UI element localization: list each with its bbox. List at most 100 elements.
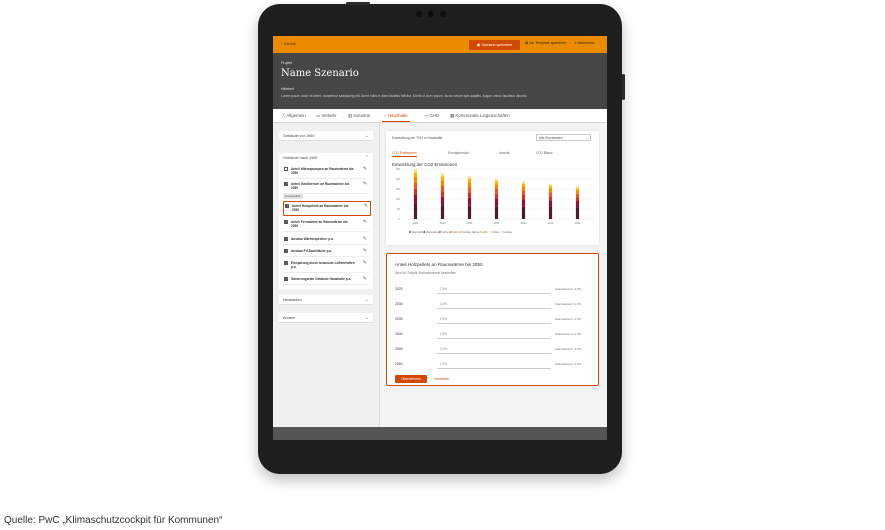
bar-segment [575,201,580,208]
pencil-icon[interactable]: ✎ [364,203,368,209]
accordion-buildings-before-1960[interactable]: Gebäude vor 1960 ⌄ [279,131,373,141]
bar-segment [548,200,553,207]
measure-item[interactable]: ✓ Einsparung durch bewusste Lüftverhalten… [283,259,369,273]
x-tick-label: 2045 [548,221,554,225]
measure-item-selected[interactable]: ✓ Anteil Holzpellets an Raumwärme bis 205… [283,201,371,216]
bar-segment [440,173,445,175]
save-icon: ▣ [476,42,481,47]
x-tick-label: 2040 [521,221,527,225]
bar-segment [548,192,553,197]
discard-button[interactable]: Verwerfen [434,375,449,383]
bar-segment [521,181,526,183]
pencil-icon[interactable]: ✎ [363,260,367,266]
legend-label: Warmwasser [426,231,440,234]
checkbox[interactable] [284,167,288,171]
measure-list: Anteil Wärmepumpen an Raumwärme bis 2050… [279,163,373,289]
bar-segment [440,185,445,192]
value-input[interactable]: 2,5% [437,359,551,369]
bar-segment [548,183,553,185]
sensor-icon [428,11,434,17]
bar-segment [521,190,526,195]
accordion-buildings-after-1960[interactable]: Gebäude nach 1960 ⌃ [279,153,373,163]
tablet-frame: ‹ Zurück ▣ Szenario speichern ▤ Als Temp… [258,2,625,474]
measure-edit-form: Anteil Holzpellets an Raumwärme bis 2050… [386,253,599,386]
bar-segment [413,189,418,195]
bar-segment [575,193,580,198]
checkbox[interactable]: ✓ [284,237,288,241]
house-icon: ⌂ [384,113,387,118]
pencil-icon[interactable]: ✎ [363,219,367,225]
factory-icon: ▥ [348,113,353,118]
template-icon: ▤ [525,41,529,45]
accordion-new-buildings[interactable]: Neubauten ⌄ [279,295,373,305]
building-icon: ▦ [450,113,455,118]
x-tick-label: 2050 [575,221,581,225]
tab-ghd[interactable]: ∞ GHD [425,113,439,118]
value-input[interactable]: 2,5% [437,344,551,354]
save-scenario-button[interactable]: ▣ Szenario speichern [469,39,520,50]
bottom-bar [273,427,607,440]
checkbox[interactable]: ✓ [285,204,289,208]
chevron-down-icon: ⌄ [364,315,369,321]
cancel-button[interactable]: ✕ Abbrechen [574,41,595,45]
bar-segment [521,195,526,200]
pencil-icon[interactable]: ✎ [363,248,367,254]
apply-button[interactable]: Übernehmen [395,375,427,383]
sensor-icon [440,11,446,17]
tab-haushalte[interactable]: ⌂ Haushalte [382,113,410,122]
close-icon: ✕ [574,41,578,45]
back-button[interactable]: ‹ Zurück [281,41,296,46]
bar-segment [440,205,445,219]
x-tick-label: 2025 [440,221,446,225]
measure-item[interactable]: ✓ Anteil Fernwärme an Raumwärme bis 2050 ✎ [283,218,369,232]
measure-item[interactable]: ✓ Sanierungsrate Gebäude Haushalte p.a. ✎ [283,275,369,285]
legend-swatch [449,231,452,233]
legend-label: Sonstige Wärme [462,231,480,234]
form-title: Anteil Holzpellets an Raumwärme bis 2050 [395,262,483,267]
measure-item[interactable]: ✓ Anteil Gasthermen an Raumwärme bis 2050… [283,180,369,194]
bar-segment [440,176,445,181]
bar-segment [440,174,445,177]
legend-swatch [409,231,411,233]
accordion-other[interactable]: Andere ⌄ [279,313,373,323]
checkbox[interactable]: ✓ [284,277,288,281]
value-input[interactable]: 2,5% [437,299,551,309]
tab-verkehr[interactable]: ▭ Verkehr [316,113,337,119]
bar-segment [575,188,580,191]
value-input[interactable]: 2,5% [437,329,551,339]
measure-item[interactable]: ✓ Ausbau Wärmespeicher p.a. ✎ [283,235,369,245]
bar-segment [548,185,553,187]
measure-item[interactable]: ✓ Ausbau PV-Dachfläche p.a. ✎ [283,247,369,257]
bar-segment [548,188,553,193]
chevron-down-icon: ⌄ [364,133,369,139]
bar-segment [494,193,499,199]
save-template-button[interactable]: ▤ Als Template speichern [525,41,566,45]
y-tick-label: 50 [397,207,400,211]
bar-segment [575,186,580,188]
pencil-icon[interactable]: ✎ [363,276,367,282]
checkbox[interactable]: ✓ [284,182,288,186]
pencil-icon[interactable]: ✎ [363,181,367,187]
sector-tabs: ⓘ Allgemein ▭ Verkehr ▥ Industrie ⌂ Haus… [273,109,607,123]
tab-kommunale-liegenschaften[interactable]: ▦ Kommunale Liegenschaften [450,113,510,119]
bar-segment [413,177,418,183]
pencil-icon[interactable]: ✎ [363,166,367,172]
volume-button [622,74,625,100]
checkbox[interactable]: ✓ [284,249,288,253]
measure-item[interactable]: Anteil Wärmepumpen an Raumwärme bis 2050… [283,165,369,179]
value-input[interactable]: 2,5% [437,284,551,294]
tab-industrie[interactable]: ▥ Industrie [348,113,370,119]
tab-allgemein[interactable]: ⓘ Allgemein [281,113,306,119]
checkbox[interactable]: ✓ [284,220,288,224]
bar-segment [467,179,472,183]
scenario-header: Projekt Name Szenario Hilfetext Lorem ip… [273,53,607,109]
camera-icon [416,11,422,17]
page-title: Name Szenario [281,68,359,79]
pencil-icon[interactable]: ✎ [363,236,367,242]
legend-label: Strom [453,231,459,234]
bar-segment [494,189,499,194]
bar-segment [548,186,553,189]
checkbox[interactable]: ✓ [284,261,288,265]
value-input[interactable]: 2,5% [437,314,551,324]
bar-segment [440,197,445,206]
